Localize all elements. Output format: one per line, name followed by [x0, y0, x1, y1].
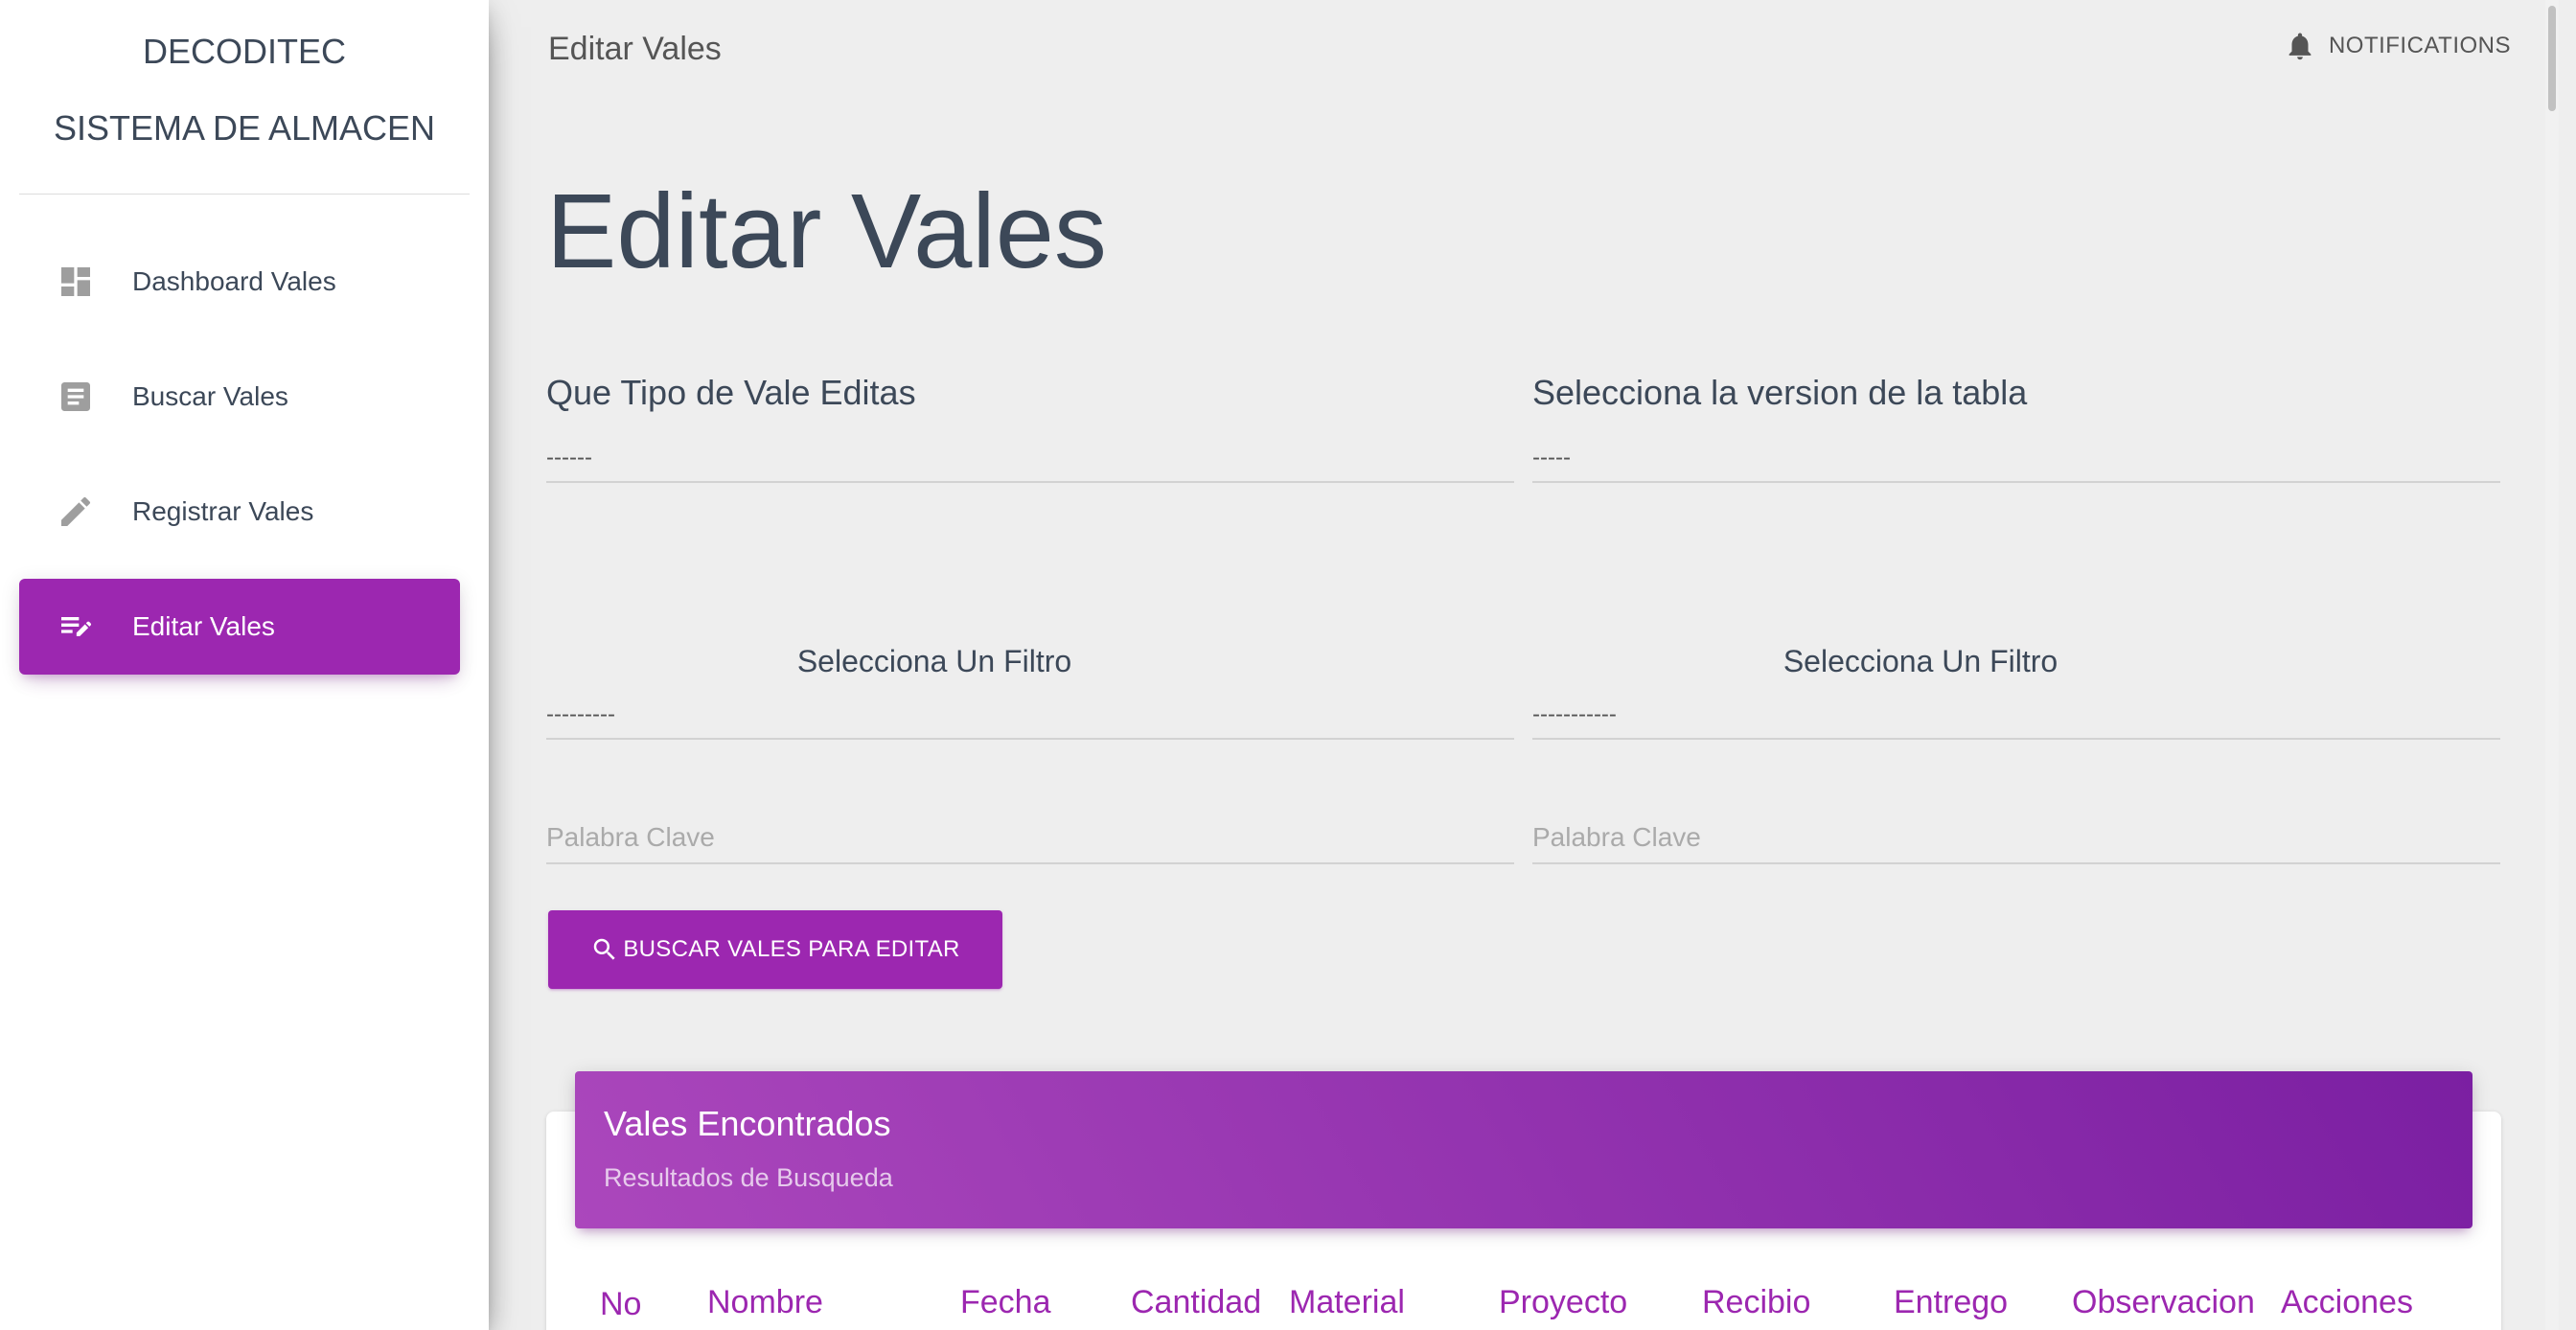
version-tabla-field: Selecciona la version de la tabla ----- [1532, 372, 2500, 483]
column-header-proyecto: Proyecto [1499, 1284, 1628, 1320]
column-header-nombre: Nombre [707, 1284, 823, 1320]
column-header-no: No [600, 1286, 642, 1322]
navbar-title[interactable]: Editar Vales [548, 31, 722, 68]
version-tabla-label: Selecciona la version de la tabla [1532, 373, 2028, 412]
brand: DECODITEC SISTEMA DE ALMACEN [0, 0, 489, 151]
brand-name[interactable]: DECODITEC [0, 29, 489, 75]
brand-subtitle[interactable]: SISTEMA DE ALMACEN [0, 105, 489, 151]
keyword1-input[interactable] [546, 814, 1514, 860]
keyword1-field [546, 814, 1514, 864]
keyword2-input[interactable] [1532, 814, 2500, 860]
filtro1-field: Selecciona Un Filtro --------- [546, 640, 1514, 740]
tipo-vale-select[interactable]: ------ [546, 439, 1514, 483]
filtro2-field: Selecciona Un Filtro ----------- [1532, 640, 2500, 740]
sidebar: DECODITEC SISTEMA DE ALMACEN Dashboard V… [0, 0, 489, 1330]
tipo-vale-label: Que Tipo de Vale Editas [546, 373, 916, 412]
scrollbar-thumb[interactable] [2548, 6, 2556, 111]
buscar-vales-button[interactable]: BUSCAR VALES PARA EDITAR [548, 910, 1002, 989]
dashboard-icon [56, 262, 96, 302]
results-card-header: Vales Encontrados Resultados de Busqueda [575, 1071, 2472, 1228]
sidebar-item-label: Registrar Vales [132, 496, 314, 526]
column-header-observacion: Observacion [2072, 1284, 2255, 1320]
filtro2-label: Selecciona Un Filtro [1782, 644, 2058, 678]
notifications-label: NOTIFICATIONS [2328, 33, 2511, 58]
column-header-recibio: Recibio [1702, 1284, 1811, 1320]
results-subtitle: Resultados de Busqueda [604, 1163, 893, 1192]
main-panel: Editar Vales NOTIFICATIONS Editar Vales … [489, 0, 2559, 1330]
edit-note-icon [56, 607, 96, 647]
tipo-vale-field: Que Tipo de Vale Editas ------ [546, 372, 1514, 483]
filtro1-select[interactable]: --------- [546, 696, 1514, 740]
filtro2-select[interactable]: ----------- [1532, 696, 2500, 740]
column-header-cantidad: Cantidad [1131, 1284, 1262, 1320]
description-icon [56, 377, 96, 417]
filtro1-label: Selecciona Un Filtro [796, 644, 1072, 678]
sidebar-item-buscar-vales[interactable]: Buscar Vales [19, 349, 460, 445]
sidebar-item-label: Buscar Vales [132, 381, 288, 411]
notifications-button[interactable]: NOTIFICATIONS [2283, 29, 2511, 63]
keyword2-field [1532, 814, 2500, 864]
buscar-vales-label: BUSCAR VALES PARA EDITAR [623, 936, 960, 962]
sidebar-item-label: Dashboard Vales [132, 266, 336, 296]
sidebar-nav: Dashboard Vales Buscar Vales Registrar V… [19, 234, 460, 694]
page-title: Editar Vales [546, 172, 1107, 290]
sidebar-item-editar-vales[interactable]: Editar Vales [19, 579, 460, 675]
scrollbar[interactable] [2545, 0, 2559, 1330]
version-tabla-select[interactable]: ----- [1532, 439, 2500, 483]
column-header-fecha: Fecha [960, 1284, 1051, 1320]
sidebar-item-label: Editar Vales [132, 611, 275, 641]
sidebar-item-dashboard-vales[interactable]: Dashboard Vales [19, 234, 460, 330]
bell-icon [2283, 29, 2317, 63]
column-header-material: Material [1289, 1284, 1405, 1320]
sidebar-divider [19, 194, 470, 195]
search-icon [590, 935, 619, 964]
sidebar-item-registrar-vales[interactable]: Registrar Vales [19, 464, 460, 560]
column-header-entrego: Entrego [1894, 1284, 2009, 1320]
pencil-icon [56, 492, 96, 532]
column-header-acciones: Acciones [2281, 1284, 2413, 1320]
results-title: Vales Encontrados [604, 1104, 891, 1143]
